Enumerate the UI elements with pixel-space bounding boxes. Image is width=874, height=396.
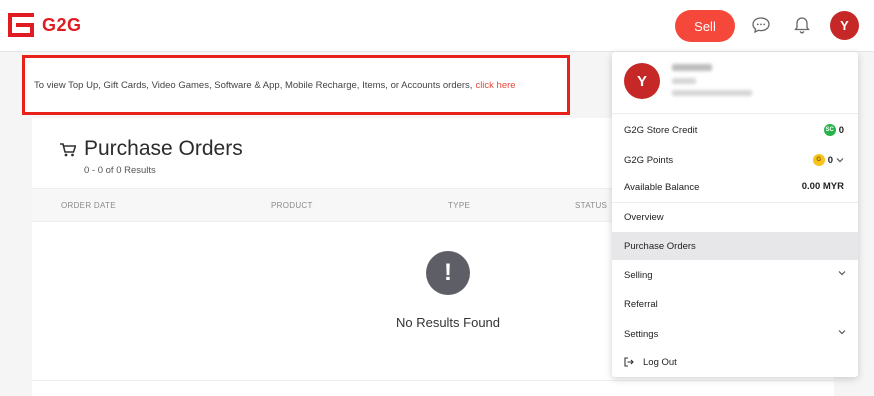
user-avatar-button[interactable]: Y [830,11,859,40]
brand-name: G2G [42,14,82,35]
settings-label: Settings [624,329,659,340]
referral-label: Referral [624,299,658,310]
menu-item-purchase-orders[interactable]: Purchase Orders [612,232,858,260]
menu-item-referral[interactable]: Referral [612,290,858,318]
chevron-down-icon[interactable] [836,156,844,164]
store-credit-value: 0 [838,124,844,136]
balance-label: Available Balance [624,182,700,193]
cart-icon [60,143,76,157]
sell-button[interactable]: Sell [675,10,735,42]
points-coin-icon: G [812,154,825,166]
balance-value: 0.00 MYR [801,181,844,192]
g2g-logo[interactable]: G2G [8,13,82,37]
page-title: Purchase Orders [84,137,243,160]
purchase-orders-label: Purchase Orders [624,241,696,252]
store-credit-label: G2G Store Credit [624,125,698,136]
blurred-user-detail [672,78,696,84]
results-count: 0 - 0 of 0 Results [84,165,156,176]
logout-icon [624,357,634,367]
user-menu-dropdown: Y G2G Store Credit SC 0 G2G Points G 0 A… [612,52,858,377]
available-balance-row: Available Balance 0.00 MYR [612,173,858,201]
store-credit-coin-icon: SC [823,124,836,136]
exclamation-icon: ! [426,251,470,295]
menu-item-logout[interactable]: Log Out [612,348,858,376]
orders-notice-banner: To view Top Up, Gift Cards, Video Games,… [22,55,570,115]
chevron-down-icon [838,330,846,335]
column-order-date: ORDER DATE [61,201,116,210]
blurred-username [672,64,712,71]
bell-icon[interactable] [792,15,812,35]
notice-text: To view Top Up, Gift Cards, Video Games,… [34,79,473,91]
store-credit-row[interactable]: G2G Store Credit SC 0 [612,116,858,144]
points-value: 0 [827,154,833,166]
chevron-down-icon [838,271,846,276]
menu-item-selling[interactable]: Selling [612,261,858,289]
overview-label: Overview [624,212,664,223]
card-divider [32,380,834,381]
column-type: TYPE [448,201,471,210]
column-product: PRODUCT [271,201,313,210]
empty-state-message: No Results Found [395,315,501,330]
user-profile-summary: Y [612,52,858,114]
top-navigation-bar: G2G Sell Y [0,0,874,52]
logout-label: Log Out [643,357,677,368]
points-label: G2G Points [624,155,674,166]
selling-label: Selling [624,270,653,281]
menu-item-overview[interactable]: Overview [612,203,858,231]
g2g-logo-icon [8,13,34,37]
click-here-link[interactable]: click here [475,80,515,91]
profile-avatar: Y [624,63,660,99]
g2g-points-row[interactable]: G2G Points G 0 [612,146,858,174]
menu-item-settings[interactable]: Settings [612,320,858,348]
column-status: STATUS [575,201,608,210]
blurred-user-id [672,90,752,96]
chat-icon[interactable] [751,15,771,35]
